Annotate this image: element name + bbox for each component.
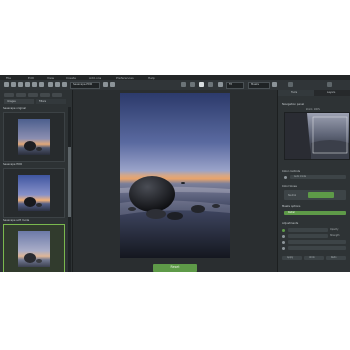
opacity-toggle[interactable] xyxy=(282,229,285,232)
export-icon[interactable] xyxy=(103,82,108,87)
preset-label-3: Seascape soft mode xyxy=(3,219,30,222)
redo-icon[interactable] xyxy=(55,82,60,87)
color-picker-icon[interactable] xyxy=(284,176,287,179)
reset-button-label: Reset xyxy=(170,265,180,269)
strength-toggle[interactable] xyxy=(282,235,285,238)
preset-thumb-2[interactable] xyxy=(3,168,65,218)
adjust-section-title: Adjustments xyxy=(282,222,299,225)
redo-button[interactable]: Redo xyxy=(326,256,346,260)
right-panel-tabs: Tools Layers xyxy=(278,90,350,96)
left-panel: Images Filters Seascape original Seascap… xyxy=(0,90,73,272)
info-icon[interactable] xyxy=(327,82,332,87)
tab-layers[interactable]: Layers xyxy=(315,90,350,96)
apply-button[interactable]: Apply xyxy=(282,256,302,260)
preset-thumb-1[interactable] xyxy=(3,112,65,162)
fullscreen-icon[interactable] xyxy=(208,82,213,87)
tone-value: Neutral xyxy=(288,194,297,197)
opacity-label: Opacity xyxy=(330,228,339,231)
color-section-title: Color controls xyxy=(282,170,300,173)
tab-images[interactable]: Images xyxy=(4,99,34,104)
tab-filters-label: Filters xyxy=(39,100,47,103)
grid-view-icon[interactable] xyxy=(4,93,14,97)
reset-button[interactable]: Reset xyxy=(153,264,197,272)
crop-icon[interactable] xyxy=(39,82,44,87)
apply-button-label: Apply xyxy=(287,256,294,259)
zoom-dropdown-value: Fit xyxy=(229,83,233,86)
rotate-left-icon[interactable] xyxy=(181,82,186,87)
undo-button[interactable]: Undo xyxy=(304,256,324,260)
navigation-title: Navigation panel xyxy=(282,103,305,106)
tab-layers-label: Layers xyxy=(327,91,336,94)
strength-label: Strength xyxy=(330,234,340,237)
right-panel: Tools Layers Navigation panel Zoom: 100% xyxy=(277,90,350,272)
compare-icon[interactable] xyxy=(199,82,204,87)
tab-tools-label: Tools xyxy=(291,91,298,94)
image-canvas[interactable]: Reset xyxy=(73,90,277,272)
zoom-label: Zoom: 100% xyxy=(306,108,320,111)
history-icon[interactable] xyxy=(62,82,67,87)
preset-label-1: Seascape original xyxy=(3,107,26,110)
copy-icon[interactable] xyxy=(18,82,23,87)
filter-icon[interactable] xyxy=(40,93,50,97)
color-mode-dropdown[interactable]: Auto mode xyxy=(290,175,346,179)
color-tones-title: Color tones xyxy=(282,185,297,188)
invert-slider[interactable] xyxy=(288,246,346,250)
tab-images-label: Images xyxy=(7,100,16,103)
settings-icon[interactable] xyxy=(272,82,277,87)
rotate-right-icon[interactable] xyxy=(190,82,195,87)
mask-type-dropdown[interactable]: Radial xyxy=(284,211,346,215)
redo-button-label: Redo xyxy=(331,256,337,259)
left-panel-toolbar xyxy=(2,93,68,98)
masks-dropdown-value: Masks xyxy=(251,83,260,86)
strength-slider[interactable] xyxy=(288,234,328,238)
invert-toggle[interactable] xyxy=(282,247,285,250)
save-icon[interactable] xyxy=(11,82,16,87)
preset-image-3 xyxy=(18,231,50,267)
panel-toggle-icon[interactable] xyxy=(288,82,293,87)
opacity-slider[interactable] xyxy=(288,228,328,232)
preset-label-2: Seascape HDR xyxy=(3,163,23,166)
print-icon[interactable] xyxy=(32,82,37,87)
share-icon[interactable] xyxy=(110,82,115,87)
preset-dropdown[interactable]: Seascape-HDR xyxy=(70,82,100,89)
list-view-icon[interactable] xyxy=(16,93,26,97)
undo-button-label: Undo xyxy=(309,256,315,259)
left-panel-scroll-thumb[interactable] xyxy=(68,147,71,217)
preset-dropdown-value: Seascape-HDR xyxy=(73,83,93,86)
preset-thumb-3[interactable] xyxy=(3,224,65,272)
feather-slider[interactable] xyxy=(288,240,346,244)
color-mode-value: Auto mode xyxy=(294,175,306,178)
preset-image-2 xyxy=(18,175,50,211)
preset-image-1 xyxy=(18,119,50,155)
masks-dropdown[interactable]: Masks xyxy=(248,82,270,89)
photo-editor-window: File Edit View Create Add-ons Preference… xyxy=(0,75,350,272)
feather-toggle[interactable] xyxy=(282,241,285,244)
mask-type-value: Radial xyxy=(288,211,295,214)
undo-icon[interactable] xyxy=(48,82,53,87)
sort-icon[interactable] xyxy=(28,93,38,97)
delete-icon[interactable] xyxy=(52,93,62,97)
tab-tools[interactable]: Tools xyxy=(278,90,314,96)
zoom-icon[interactable] xyxy=(218,82,223,87)
left-panel-scrollbar[interactable] xyxy=(68,107,71,272)
paste-icon[interactable] xyxy=(25,82,30,87)
open-icon[interactable] xyxy=(4,82,9,87)
tone-apply-button[interactable] xyxy=(308,192,334,198)
navigation-preview[interactable] xyxy=(284,112,350,160)
main-photo[interactable] xyxy=(120,93,230,258)
mask-section-title: Masks options xyxy=(282,205,301,208)
zoom-dropdown[interactable]: Fit xyxy=(226,82,244,89)
tab-filters[interactable]: Filters xyxy=(36,99,66,104)
